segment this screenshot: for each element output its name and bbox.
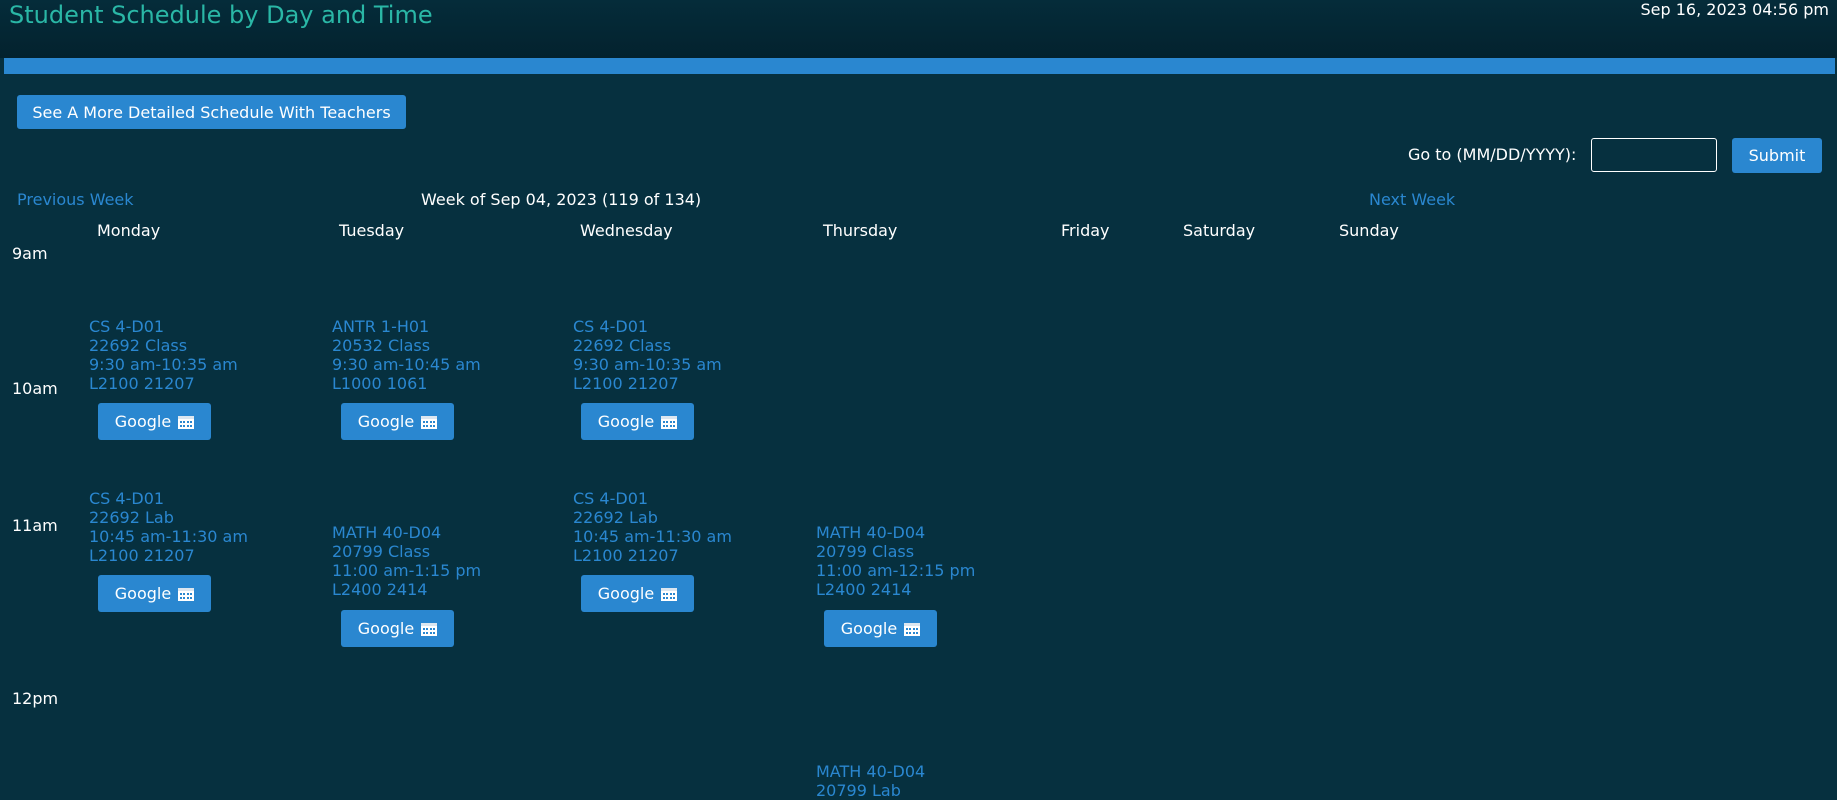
event-block: ANTR 1-H01 20532 Class 9:30 am-10:45 am …: [332, 317, 481, 393]
event-course-link[interactable]: CS 4-D01: [573, 489, 732, 508]
event-time-link[interactable]: 11:00 am-12:15 pm: [816, 561, 975, 580]
time-label-9am: 9am: [12, 244, 48, 263]
event-course-link[interactable]: CS 4-D01: [89, 489, 248, 508]
header-bar: Student Schedule by Day and Time Sep 16,…: [0, 0, 1837, 58]
google-calendar-button[interactable]: Google: [98, 575, 211, 612]
google-button-label: Google: [114, 412, 172, 431]
calendar-icon: [178, 587, 195, 601]
event-room-link[interactable]: L2100 21207: [573, 374, 722, 393]
time-label-11am: 11am: [12, 516, 58, 535]
event-crn-link[interactable]: 22692 Lab: [573, 508, 732, 527]
event-block: CS 4-D01 22692 Class 9:30 am-10:35 am L2…: [573, 317, 722, 393]
google-button-label: Google: [114, 584, 172, 603]
event-block: CS 4-D01 22692 Lab 10:45 am-11:30 am L21…: [573, 489, 732, 565]
goto-date-label: Go to (MM/DD/YYYY):: [1408, 145, 1577, 164]
google-calendar-button[interactable]: Google: [581, 575, 694, 612]
event-room-link[interactable]: L2100 21207: [89, 374, 238, 393]
event-room-link[interactable]: L2400 2414: [816, 580, 975, 599]
day-header-saturday: Saturday: [1183, 221, 1256, 240]
previous-week-link[interactable]: Previous Week: [17, 190, 134, 209]
event-course-link[interactable]: MATH 40-D04: [816, 762, 925, 781]
detailed-schedule-button[interactable]: See A More Detailed Schedule With Teache…: [17, 95, 406, 129]
calendar-icon: [421, 415, 438, 429]
event-room-link[interactable]: L2100 21207: [573, 546, 732, 565]
week-label: Week of Sep 04, 2023 (119 of 134): [421, 190, 702, 209]
event-block: CS 4-D01 22692 Class 9:30 am-10:35 am L2…: [89, 317, 238, 393]
event-room-link[interactable]: L1000 1061: [332, 374, 481, 393]
calendar-icon: [904, 622, 921, 636]
event-time-link[interactable]: 10:45 am-11:30 am: [573, 527, 732, 546]
event-block: CS 4-D01 22692 Lab 10:45 am-11:30 am L21…: [89, 489, 248, 565]
calendar-icon: [421, 622, 438, 636]
time-label-12pm: 12pm: [12, 689, 59, 708]
event-time-link[interactable]: 11:00 am-1:15 pm: [332, 561, 481, 580]
time-label-10am: 10am: [12, 379, 58, 398]
current-datetime: Sep 16, 2023 04:56 pm: [1640, 0, 1829, 19]
event-block: MATH 40-D04 20799 Class 11:00 am-1:15 pm…: [332, 523, 481, 599]
event-time-link[interactable]: 9:30 am-10:45 am: [332, 355, 481, 374]
submit-button[interactable]: Submit: [1732, 138, 1822, 173]
day-header-sunday: Sunday: [1339, 221, 1399, 240]
event-course-link[interactable]: CS 4-D01: [89, 317, 238, 336]
day-header-thursday: Thursday: [823, 221, 898, 240]
google-button-label: Google: [597, 412, 655, 431]
day-header-wednesday: Wednesday: [580, 221, 673, 240]
event-course-link[interactable]: MATH 40-D04: [816, 523, 975, 542]
day-header-friday: Friday: [1061, 221, 1110, 240]
event-crn-link[interactable]: 20799 Class: [332, 542, 481, 561]
day-header-monday: Monday: [97, 221, 161, 240]
event-crn-link[interactable]: 20799 Class: [816, 542, 975, 561]
event-course-link[interactable]: ANTR 1-H01: [332, 317, 481, 336]
event-time-link[interactable]: 9:30 am-10:35 am: [573, 355, 722, 374]
calendar-icon: [661, 415, 678, 429]
event-crn-link[interactable]: 22692 Lab: [89, 508, 248, 527]
google-button-label: Google: [357, 412, 415, 431]
event-room-link[interactable]: L2400 2414: [332, 580, 481, 599]
google-button-label: Google: [357, 619, 415, 638]
event-crn-link[interactable]: 20799 Lab: [816, 781, 925, 800]
page-title: Student Schedule by Day and Time: [9, 1, 433, 29]
event-course-link[interactable]: CS 4-D01: [573, 317, 722, 336]
accent-divider: [4, 58, 1835, 74]
event-crn-link[interactable]: 22692 Class: [89, 336, 238, 355]
google-calendar-button[interactable]: Google: [824, 610, 937, 647]
next-week-link[interactable]: Next Week: [1369, 190, 1455, 209]
event-crn-link[interactable]: 22692 Class: [573, 336, 722, 355]
event-block: MATH 40-D04 20799 Lab: [816, 762, 925, 800]
day-header-tuesday: Tuesday: [339, 221, 405, 240]
event-time-link[interactable]: 10:45 am-11:30 am: [89, 527, 248, 546]
google-calendar-button[interactable]: Google: [341, 403, 454, 440]
event-room-link[interactable]: L2100 21207: [89, 546, 248, 565]
event-course-link[interactable]: MATH 40-D04: [332, 523, 481, 542]
event-crn-link[interactable]: 20532 Class: [332, 336, 481, 355]
calendar-icon: [178, 415, 195, 429]
event-time-link[interactable]: 9:30 am-10:35 am: [89, 355, 238, 374]
google-calendar-button[interactable]: Google: [98, 403, 211, 440]
google-button-label: Google: [840, 619, 898, 638]
calendar-icon: [661, 587, 678, 601]
google-calendar-button[interactable]: Google: [341, 610, 454, 647]
google-button-label: Google: [597, 584, 655, 603]
goto-date-input[interactable]: [1591, 138, 1717, 172]
google-calendar-button[interactable]: Google: [581, 403, 694, 440]
event-block: MATH 40-D04 20799 Class 11:00 am-12:15 p…: [816, 523, 975, 599]
